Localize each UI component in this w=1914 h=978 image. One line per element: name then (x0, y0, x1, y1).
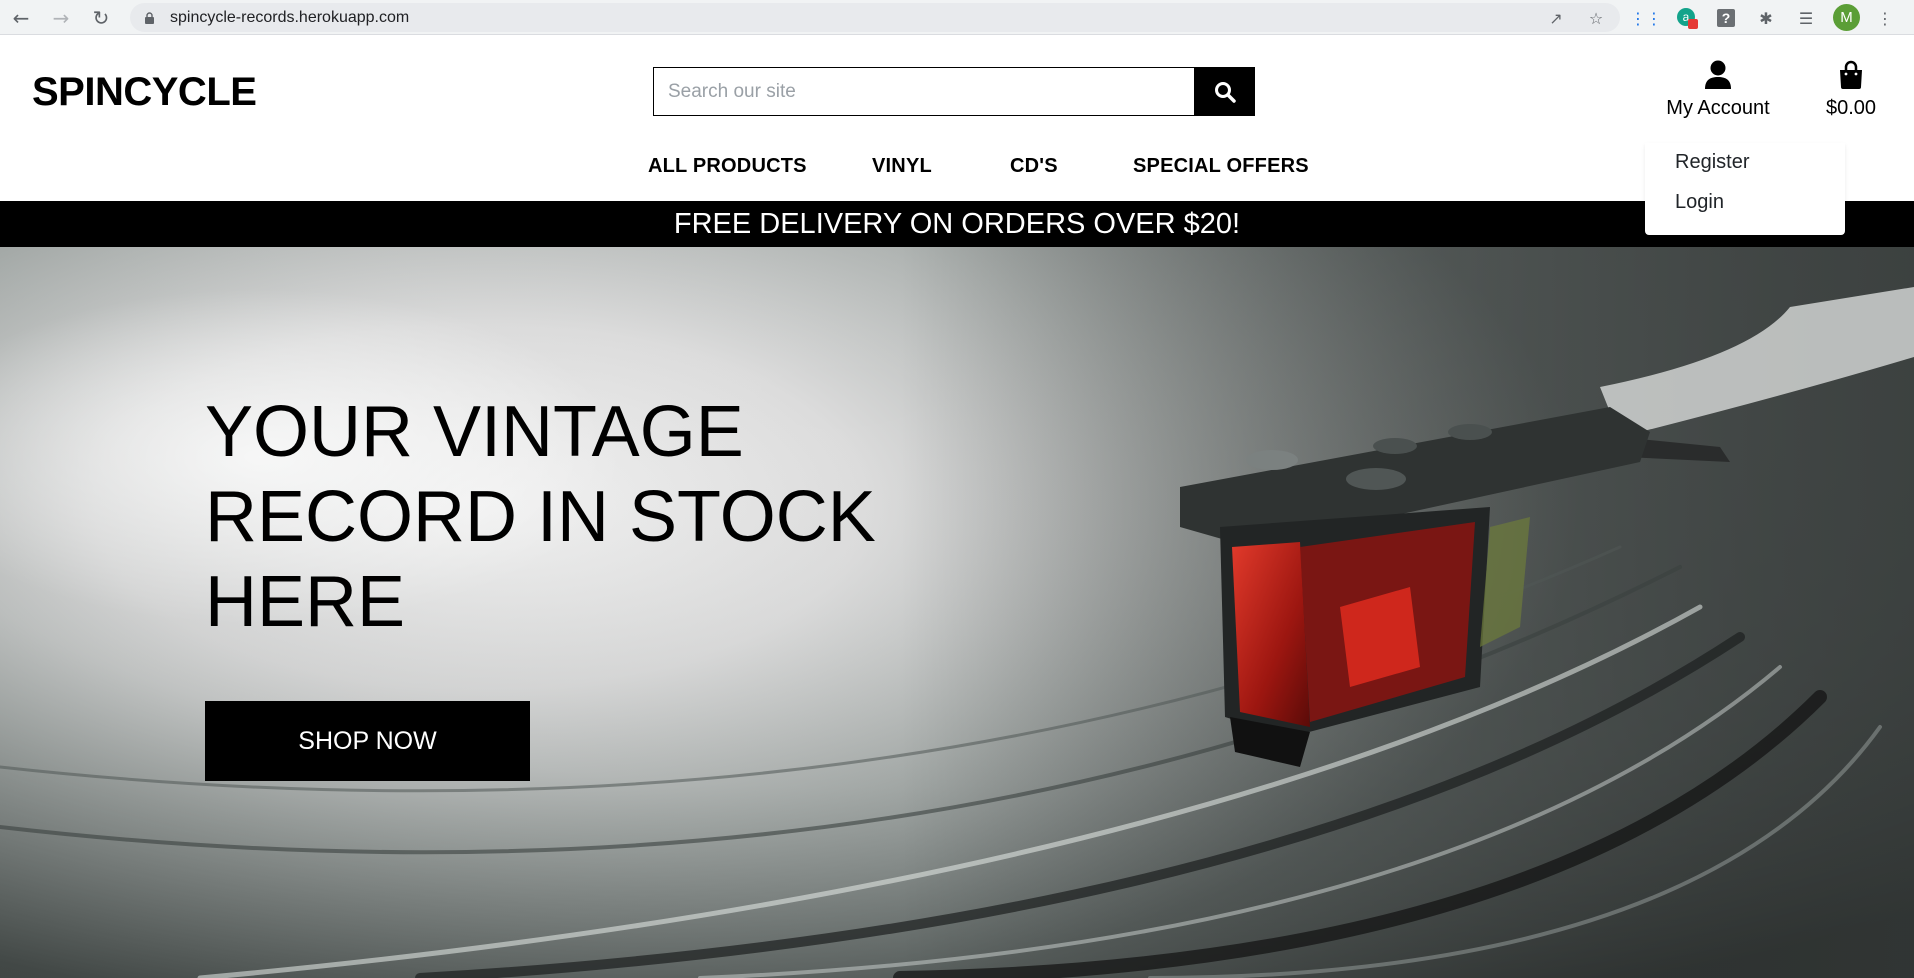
share-icon[interactable]: ↗ (1545, 7, 1567, 29)
media-queue-icon[interactable]: ☰ (1794, 6, 1818, 30)
register-link[interactable]: Register (1675, 151, 1749, 174)
browser-toolbar: ← → ↻ spincycle-records.herokuapp.com ↗ … (0, 0, 1914, 35)
my-account-link[interactable]: My Account (1660, 60, 1776, 120)
nav-special-offers[interactable]: SPECIAL OFFERS (1133, 155, 1309, 178)
main-nav: ALL PRODUCTS VINYL CD'S SPECIAL OFFERS (0, 155, 1914, 185)
my-account-label: My Account (1666, 97, 1770, 119)
lock-icon (145, 12, 154, 24)
nav-vinyl[interactable]: VINYL (872, 155, 932, 178)
help-extension-icon[interactable]: ? (1714, 6, 1738, 30)
apps-grid-icon[interactable]: ⋮⋮ (1630, 6, 1662, 30)
promo-banner: FREE DELIVERY ON ORDERS OVER $20! (0, 201, 1914, 247)
search-icon (1214, 81, 1236, 103)
address-bar[interactable]: spincycle-records.herokuapp.com ↗ ☆ (130, 3, 1620, 32)
search-button[interactable] (1194, 67, 1255, 116)
shopping-bag-icon (1840, 60, 1862, 89)
back-icon[interactable]: ← (8, 5, 34, 31)
kebab-menu-icon[interactable]: ⋮ (1873, 6, 1897, 30)
hero-section: YOUR VINTAGE RECORD IN STOCK HERE SHOP N… (0, 247, 1914, 978)
puzzle-icon[interactable]: ✱ (1754, 6, 1778, 30)
cart-total: $0.00 (1825, 97, 1877, 119)
site-logo[interactable]: SPINCYCLE (32, 70, 257, 115)
user-icon (1705, 60, 1731, 89)
hero-title: YOUR VINTAGE RECORD IN STOCK HERE (205, 392, 876, 642)
extension-a-icon[interactable]: a (1675, 6, 1699, 30)
search-input[interactable] (653, 67, 1194, 116)
nav-cds[interactable]: CD'S (1010, 155, 1058, 178)
reload-icon[interactable]: ↻ (88, 5, 114, 31)
bookmark-star-icon[interactable]: ☆ (1585, 7, 1607, 29)
shop-now-button[interactable]: SHOP NOW (205, 701, 530, 781)
extension-badge-icon: a (1677, 8, 1698, 29)
url-text: spincycle-records.herokuapp.com (170, 9, 410, 26)
forward-icon[interactable]: → (48, 5, 74, 31)
search-form (653, 67, 1255, 116)
cart-link[interactable]: $0.00 (1820, 60, 1882, 120)
promo-text: FREE DELIVERY ON ORDERS OVER $20! (673, 207, 1241, 240)
profile-avatar[interactable]: M (1833, 4, 1860, 31)
login-link[interactable]: Login (1675, 191, 1724, 214)
account-dropdown: Register Login (1645, 143, 1845, 235)
svg-text:?: ? (1722, 10, 1731, 26)
nav-all-products[interactable]: ALL PRODUCTS (648, 155, 807, 178)
